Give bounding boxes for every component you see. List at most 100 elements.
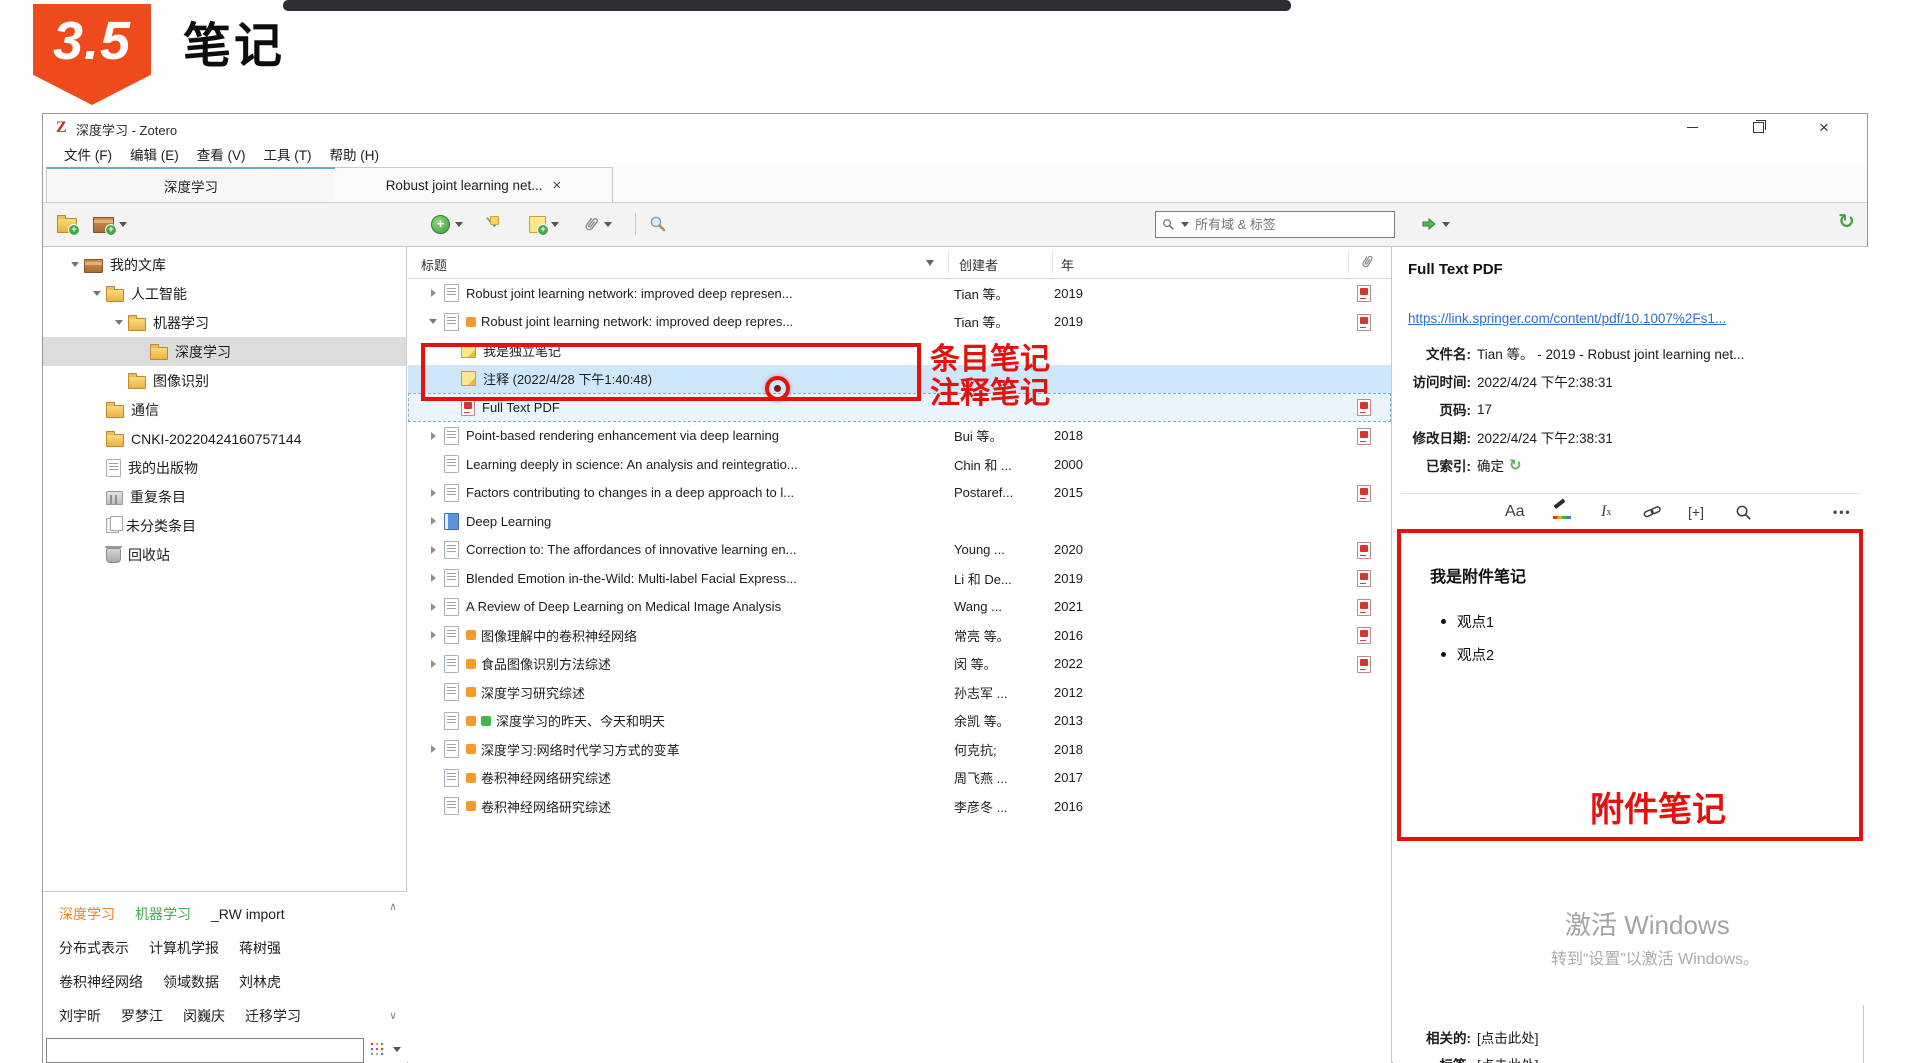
expand-icon[interactable]	[88, 291, 106, 296]
add-by-identifier-button[interactable]	[483, 210, 499, 238]
advanced-search-button[interactable]	[649, 210, 667, 238]
scroll-up-icon[interactable]: ∧	[389, 900, 397, 913]
note-search-button[interactable]	[1735, 499, 1752, 525]
sidebar-item[interactable]: 人工智能	[43, 279, 406, 308]
expand-icon[interactable]	[66, 262, 84, 267]
expand-icon[interactable]	[422, 602, 444, 611]
maximize-button[interactable]	[1743, 114, 1773, 141]
table-row[interactable]: 深度学习:网络时代学习方式的变革 何克抗; 2018	[408, 735, 1391, 764]
table-row[interactable]: Factors contributing to changes in a dee…	[408, 479, 1391, 508]
tab-library[interactable]: 深度学习	[46, 167, 336, 202]
field-value-link[interactable]: [点击此处]	[1477, 1054, 1539, 1063]
sidebar-item[interactable]: CNKI-20220424160757144	[43, 424, 406, 453]
table-row[interactable]: Blended Emotion in-the-Wild: Multi-label…	[408, 564, 1391, 593]
menu-item[interactable]: 文件 (F)	[55, 141, 121, 167]
tag-item[interactable]: 刘林虎	[239, 972, 281, 992]
menu-item[interactable]: 工具 (T)	[255, 141, 321, 167]
column-header-creator[interactable]: 创建者	[959, 255, 998, 274]
field-value[interactable]: 确定	[1477, 455, 1504, 475]
tag-item[interactable]: 分布式表示	[59, 938, 129, 958]
table-row[interactable]: Correction to: The affordances of innova…	[408, 536, 1391, 565]
sidebar-item[interactable]: 深度学习	[43, 337, 406, 366]
scroll-down-icon[interactable]: ∨	[389, 1009, 397, 1022]
tag-item[interactable]: 刘宇昕	[59, 1006, 101, 1026]
tag-item[interactable]: 卷积神经网络	[59, 972, 143, 992]
expand-icon[interactable]	[422, 517, 444, 526]
sidebar-item[interactable]: 机器学习	[43, 308, 406, 337]
tag-color-grid-icon[interactable]	[371, 1043, 373, 1045]
table-row[interactable]: 食品图像识别方法综述 闵 等。 2022	[408, 650, 1391, 679]
new-item-button[interactable]: +	[431, 210, 463, 238]
locate-button[interactable]	[1421, 210, 1450, 238]
expand-icon[interactable]	[422, 488, 444, 497]
tag-item[interactable]: 闵巍庆	[183, 1006, 225, 1026]
quick-search-box[interactable]	[1155, 211, 1395, 238]
field-value-link[interactable]: [点击此处]	[1477, 1027, 1539, 1047]
column-divider[interactable]	[1348, 252, 1349, 273]
sidebar-item[interactable]: 未分类条目	[43, 511, 406, 540]
expand-icon[interactable]	[422, 745, 444, 754]
tag-item[interactable]: 领域数据	[163, 972, 219, 992]
tab-close-icon[interactable]: ×	[553, 177, 562, 194]
menu-item[interactable]: 编辑 (E)	[121, 141, 188, 167]
tag-item[interactable]: 深度学习	[59, 904, 115, 924]
expand-icon[interactable]	[422, 289, 444, 298]
more-options-button[interactable]: •••	[1833, 499, 1852, 525]
expand-icon[interactable]	[422, 431, 444, 440]
new-library-button[interactable]: +	[93, 210, 127, 238]
tag-filter-input[interactable]	[46, 1038, 364, 1063]
attachment-column-icon[interactable]	[1360, 253, 1374, 270]
column-header-title[interactable]: 标题	[421, 255, 447, 274]
tag-item[interactable]: 迁移学习	[245, 1006, 301, 1026]
sidebar-item[interactable]: 回收站	[43, 540, 406, 569]
tag-item[interactable]: 蒋树强	[239, 938, 281, 958]
column-divider[interactable]	[948, 252, 949, 273]
new-note-button[interactable]: +	[529, 210, 559, 238]
field-value[interactable]: Tian 等。 - 2019 - Robust joint learning n…	[1477, 343, 1744, 363]
table-row[interactable]: 卷积神经网络研究综述 周飞燕 ... 2017	[408, 764, 1391, 793]
table-row[interactable]: Robust joint learning network: improved …	[408, 279, 1391, 308]
tag-item[interactable]: 计算机学报	[149, 938, 219, 958]
sidebar-item[interactable]: 我的文库	[43, 250, 406, 279]
tag-item[interactable]: 罗梦江	[121, 1006, 163, 1026]
expand-icon[interactable]	[422, 319, 444, 325]
attachment-url-link[interactable]: https://link.springer.com/content/pdf/10…	[1408, 311, 1860, 326]
sync-icon[interactable]: ↻	[1509, 456, 1522, 474]
expand-icon[interactable]	[110, 320, 128, 325]
expand-icon[interactable]	[422, 631, 444, 640]
tag-item[interactable]: 机器学习	[135, 904, 191, 924]
field-value[interactable]: 2022/4/24 下午2:38:31	[1477, 427, 1613, 447]
chevron-down-icon[interactable]	[393, 1047, 401, 1052]
sidebar-item[interactable]: 我的出版物	[43, 453, 406, 482]
column-header-year[interactable]: 年	[1061, 255, 1074, 274]
tag-item[interactable]: _RW import	[211, 906, 285, 922]
table-row[interactable]: 深度学习研究综述 孙志军 ... 2012	[408, 678, 1391, 707]
table-row[interactable]: 深度学习的昨天、今天和明天 余凯 等。 2013	[408, 707, 1391, 736]
add-attachment-button[interactable]	[583, 210, 612, 238]
field-value[interactable]: 2022/4/24 下午2:38:31	[1477, 371, 1613, 391]
note-format-button[interactable]: Aa	[1505, 499, 1525, 525]
sync-button[interactable]: ↻	[1838, 209, 1855, 234]
insert-citation-button[interactable]: [+]	[1688, 499, 1704, 525]
table-row[interactable]: Robust joint learning network: improved …	[408, 308, 1391, 337]
sidebar-item[interactable]: 重复条目	[43, 482, 406, 511]
clear-formatting-button[interactable]: Ix	[1601, 499, 1611, 525]
table-row[interactable]: 卷积神经网络研究综述 李彦冬 ... 2016	[408, 792, 1391, 821]
highlighter-icon[interactable]	[1553, 499, 1571, 525]
expand-icon[interactable]	[422, 545, 444, 554]
table-row[interactable]: A Review of Deep Learning on Medical Ima…	[408, 593, 1391, 622]
table-row[interactable]: 图像理解中的卷积神经网络 常亮 等。 2016	[408, 621, 1391, 650]
sidebar-item[interactable]: 图像识别	[43, 366, 406, 395]
new-collection-button[interactable]: +	[57, 210, 80, 238]
search-input[interactable]	[1193, 216, 1394, 233]
column-divider[interactable]	[1052, 252, 1053, 273]
insert-link-button[interactable]	[1643, 499, 1661, 525]
expand-icon[interactable]	[422, 574, 444, 583]
menu-item[interactable]: 帮助 (H)	[321, 141, 389, 167]
minimize-button[interactable]	[1677, 114, 1707, 141]
expand-icon[interactable]	[422, 659, 444, 668]
table-row[interactable]: Point-based rendering enhancement via de…	[408, 422, 1391, 451]
field-value[interactable]: 17	[1477, 402, 1492, 417]
menu-item[interactable]: 查看 (V)	[188, 141, 255, 167]
title-bar[interactable]: Z 深度学习 - Zotero ×	[43, 114, 1867, 141]
